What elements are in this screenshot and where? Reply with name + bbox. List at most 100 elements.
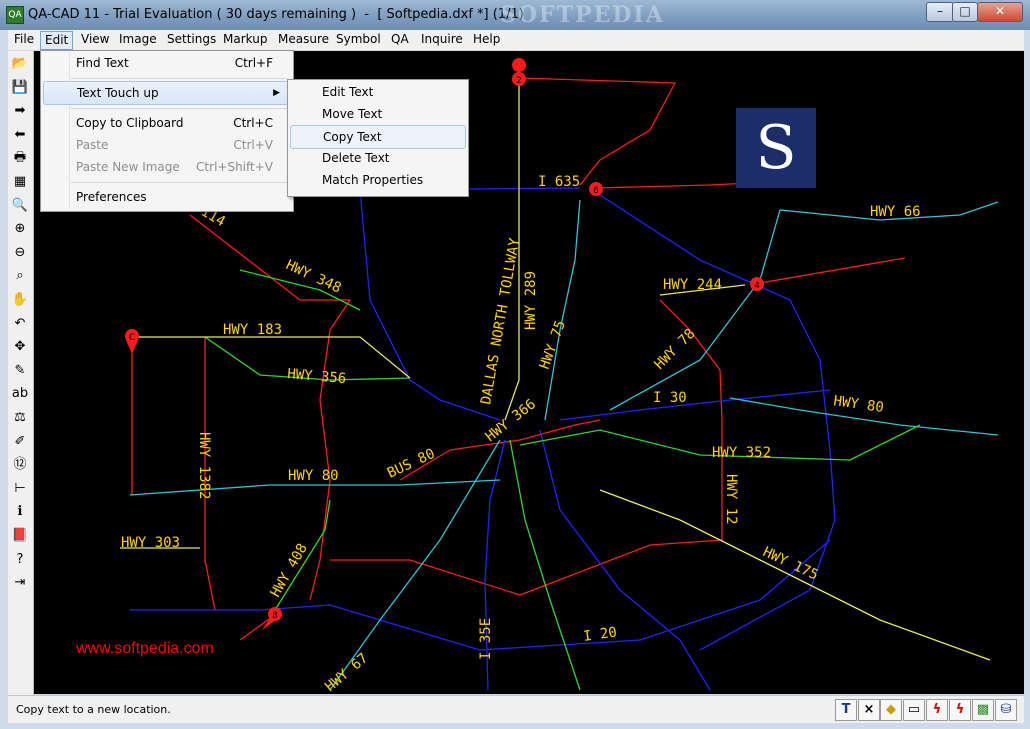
menu-separator <box>71 108 287 109</box>
menu-find-text[interactable]: Find Text Ctrl+F <box>43 52 289 74</box>
menu-item-label: Match Properties <box>322 173 424 187</box>
menu-item-label: Copy Text <box>323 130 382 144</box>
marker-pin <box>512 58 527 72</box>
layer-button[interactable]: ◆ <box>880 699 902 721</box>
text-mode-button[interactable]: T <box>835 699 857 721</box>
maximize-button[interactable]: □ <box>952 2 978 22</box>
print-icon[interactable]: 🖶 <box>10 148 30 168</box>
submenu-copy-text[interactable]: Copy Text <box>290 125 466 149</box>
menu-bar: File Edit View Image Settings Markup Mea… <box>8 30 1024 51</box>
title-watermark: SOFTPEDIA <box>500 2 665 28</box>
color-button[interactable]: ▩ <box>972 699 994 721</box>
marker-label: 2 <box>516 76 522 86</box>
open-icon[interactable]: 📂 <box>10 54 30 74</box>
text-icon[interactable]: ab <box>10 384 30 404</box>
zoom-out-icon[interactable]: ⊖ <box>10 243 30 263</box>
menu-image[interactable]: Image <box>115 31 161 48</box>
menu-item-label: Delete Text <box>322 151 390 165</box>
measure-icon[interactable]: ⚖ <box>10 408 30 428</box>
menu-inquire[interactable]: Inquire <box>417 31 467 48</box>
frame-button[interactable]: ▭ <box>903 699 925 721</box>
softpedia-logo: S <box>736 108 816 188</box>
submenu-match-properties[interactable]: Match Properties <box>290 169 464 191</box>
snap-button[interactable]: ϟ <box>926 699 948 721</box>
zoom-window-icon[interactable]: ⌕ <box>10 266 30 286</box>
menu-markup[interactable]: Markup <box>219 31 271 48</box>
menu-paste-new-image[interactable]: Paste New Image Ctrl+Shift+V <box>43 156 289 178</box>
menu-separator <box>71 78 287 79</box>
pan-hand-icon[interactable]: ✋ <box>10 290 30 310</box>
pencil-icon[interactable]: ✎ <box>10 361 30 381</box>
label-hwy352: HWY 352 <box>712 445 771 461</box>
status-bar: Copy text to a new location. T × ◆ ▭ ϟ ϟ… <box>8 695 1024 723</box>
window-title: QA-CAD 11 - Trial Evaluation ( 30 days r… <box>28 7 524 22</box>
back-icon[interactable]: ⬅ <box>10 125 30 145</box>
label-hwy1382: HWY 1382 <box>196 432 212 499</box>
display-button[interactable]: ⛁ <box>995 699 1017 721</box>
menu-item-label: Paste New Image <box>76 160 180 174</box>
marker-label: 6 <box>593 186 599 196</box>
label-i30: I 30 <box>653 390 687 406</box>
binoculars-icon[interactable]: ▦ <box>10 172 30 192</box>
route-cyan-hwy75 <box>544 199 581 421</box>
submenu-edit-text[interactable]: Edit Text <box>290 81 464 103</box>
menu-symbol[interactable]: Symbol <box>332 31 385 48</box>
title-bar[interactable]: QA QA-CAD 11 - Trial Evaluation ( 30 day… <box>0 0 1030 30</box>
menu-item-shortcut: Ctrl+Shift+V <box>196 160 273 174</box>
route-blue-southeast <box>539 429 711 691</box>
menu-settings[interactable]: Settings <box>163 31 220 48</box>
highlighter-icon[interactable]: ✐ <box>10 432 30 452</box>
cancel-mode-button[interactable]: × <box>858 699 880 721</box>
route-blue-loop-east <box>599 194 836 651</box>
menu-item-label: Preferences <box>76 190 147 204</box>
submenu-move-text[interactable]: Move Text <box>290 103 464 125</box>
menu-preferences[interactable]: Preferences <box>43 186 289 208</box>
help-icon[interactable]: ? <box>10 550 30 570</box>
menu-measure[interactable]: Measure <box>274 31 333 48</box>
zoom-in-icon[interactable]: ⊕ <box>10 219 30 239</box>
menu-help[interactable]: Help <box>469 31 504 48</box>
book-icon[interactable]: 📕 <box>10 526 30 546</box>
zoom-icon[interactable]: 🔍 <box>10 196 30 216</box>
status-message: Copy text to a new location. <box>16 703 171 716</box>
submenu-delete-text[interactable]: Delete Text <box>290 147 464 169</box>
menu-text-touch-up[interactable]: Text Touch up ▶ <box>43 81 291 105</box>
info-icon[interactable]: ℹ <box>10 502 30 522</box>
menu-view[interactable]: View <box>77 31 113 48</box>
move-icon[interactable]: ✥ <box>10 337 30 357</box>
menu-paste[interactable]: Paste Ctrl+V <box>43 134 289 156</box>
save-icon[interactable]: 💾 <box>10 78 30 98</box>
snap-settings-button[interactable]: ϟ <box>949 699 971 721</box>
label-hwy303: HWY 303 <box>121 535 180 551</box>
route-blue-i30 <box>559 389 831 421</box>
label-hwy78: HWY 78 <box>652 326 699 373</box>
stamp-icon[interactable]: ⑫ <box>10 455 30 475</box>
dimension-icon[interactable]: ⊢ <box>10 479 30 499</box>
label-hwy408: HWY 408 <box>268 541 311 600</box>
route-red-east <box>759 257 906 284</box>
menu-copy-to-clipboard[interactable]: Copy to Clipboard Ctrl+C <box>43 112 289 134</box>
marker-label: 4 <box>754 281 760 291</box>
forward-icon[interactable]: ➡ <box>10 101 30 121</box>
undo-icon[interactable]: ↶ <box>10 314 30 334</box>
menu-item-shortcut: Ctrl+V <box>233 138 273 152</box>
route-red-north <box>519 77 677 186</box>
label-hwy67: HWY 67 <box>322 650 371 694</box>
route-blue-northwest <box>359 189 501 421</box>
left-toolbar: 📂 💾 ➡ ⬅ 🖶 ▦ 🔍 ⊕ ⊖ ⌕ ✋ ↶ ✥ ✎ ab ⚖ ✐ ⑫ ⊢ ℹ 📕? ⇥ <box>8 51 34 695</box>
route-yellow-hwy183 <box>132 336 411 379</box>
menu-edit[interactable]: Edit <box>40 31 74 50</box>
menu-file[interactable]: File <box>10 31 38 48</box>
minimize-button[interactable]: – <box>926 2 954 22</box>
qa-cad-icon[interactable]: QA <box>6 6 24 24</box>
text-touchup-submenu: Edit Text Move Text Copy Text Delete Tex… <box>287 79 469 197</box>
marker-label: 8 <box>272 611 278 621</box>
close-button[interactable]: ✕ <box>977 2 1023 22</box>
exit-icon[interactable]: ⇥ <box>10 573 30 593</box>
label-hwy66: HWY 66 <box>870 204 921 220</box>
submenu-arrow-icon: ▶ <box>273 88 280 98</box>
softpedia-url: www.softpedia.com <box>75 640 214 657</box>
menu-item-label: Text Touch up <box>77 86 159 100</box>
route-red-hwy12 <box>330 299 723 596</box>
menu-qa[interactable]: QA <box>387 31 413 48</box>
